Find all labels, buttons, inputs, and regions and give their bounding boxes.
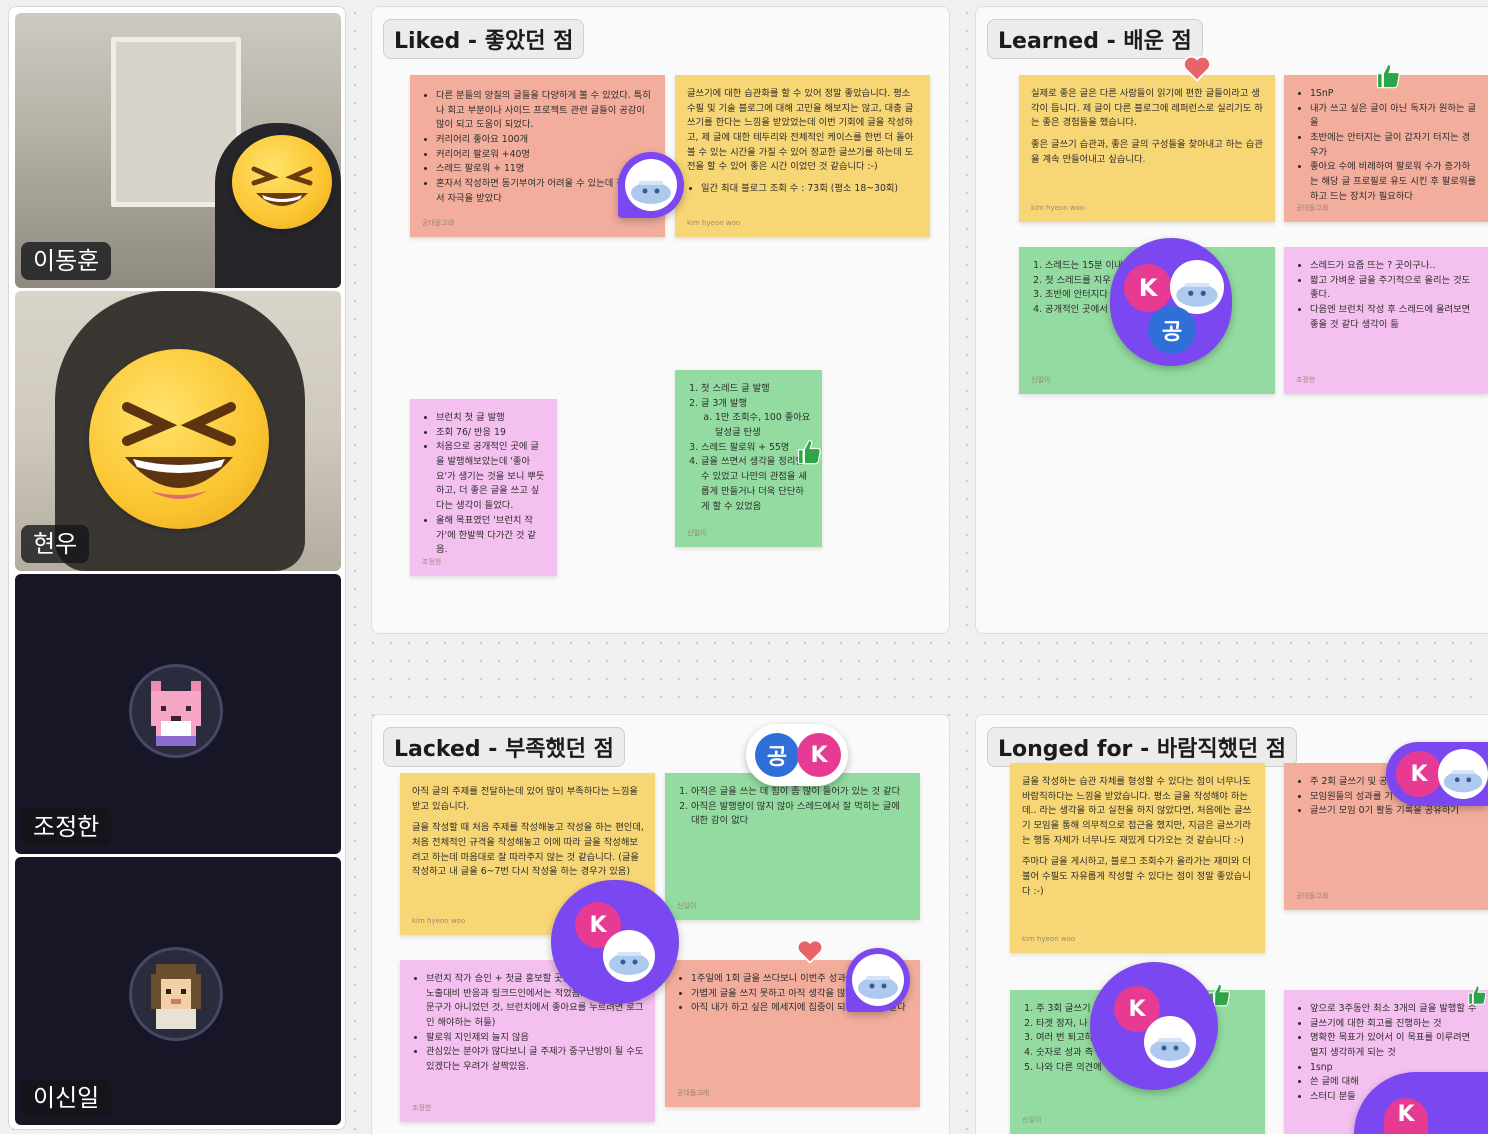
bot-avatar-icon bbox=[603, 930, 655, 982]
note-item: 아직은 발행량이 많지 않아 스레드에서 잘 먹히는 글에 대한 감이 없다 bbox=[691, 800, 910, 829]
collaborator-cursor bbox=[618, 152, 684, 218]
sticky-note[interactable]: 브런치 첫 글 발행 조회 76/ 반응 19 처음으로 공개적인 곳에 글을 … bbox=[410, 399, 557, 576]
note-author: 공대돌고래 bbox=[422, 218, 455, 227]
note-item: 아직은 글을 쓰는 데 힘이 좀 많이 들어가 있는 것 같다 bbox=[691, 785, 910, 800]
note-item: 조회 76/ 반응 19 bbox=[436, 426, 547, 441]
note-text: 아직 글의 주제를 전달하는데 있어 많이 부족하다는 느낌을 받고 있습니다. bbox=[412, 786, 638, 812]
laughing-emoji-icon bbox=[232, 135, 332, 229]
note-item: 글 3개 발행 bbox=[701, 397, 748, 409]
sticky-note[interactable]: 아직은 글을 쓰는 데 힘이 좀 많이 들어가 있는 것 같다 아직은 발행량이… bbox=[665, 773, 920, 920]
participant-name: 이동훈 bbox=[21, 241, 112, 280]
bot-avatar-icon bbox=[852, 954, 904, 1006]
bot-avatar-icon bbox=[625, 159, 677, 211]
note-item: 다음엔 브런치 작성 후 스레드에 올려보면 좋을 것 같다 생각이 듦 bbox=[1310, 303, 1478, 332]
fox-pixel-avatar-icon bbox=[129, 664, 223, 758]
sticky-note[interactable]: 글을 작성하는 습관 자체를 형성할 수 있다는 점이 너무나도 바람직하다는 … bbox=[1010, 763, 1265, 953]
collaborator-cursor-group: K bbox=[1090, 962, 1218, 1090]
collaborator-avatar: K bbox=[1396, 751, 1442, 797]
note-text: 좋은 글쓰기 습관과, 좋은 글의 구성들을 찾아내고 하는 습관을 계속 만들… bbox=[1031, 139, 1263, 165]
heart-icon[interactable] bbox=[796, 938, 824, 964]
thumbs-up-icon[interactable] bbox=[1466, 982, 1488, 1008]
note-author: 공대돌고래 bbox=[1296, 891, 1329, 900]
bot-avatar-icon bbox=[1144, 1016, 1196, 1068]
sticky-note[interactable]: 글쓰기에 대한 습관화를 할 수 있어 정말 좋았습니다. 평소 수필 및 기술… bbox=[675, 75, 930, 237]
collaborator-cursor bbox=[846, 948, 910, 1012]
note-item: 짧고 가벼운 글을 주기적으로 올리는 것도 좋다. bbox=[1310, 274, 1478, 303]
note-author: kim hyeon woo bbox=[687, 218, 741, 227]
frame-title[interactable]: Liked - 좋았던 점 bbox=[383, 19, 585, 59]
note-author: 신일이 bbox=[687, 528, 707, 537]
note-item: 처음으로 공개적인 곳에 글을 발행해보았는데 '좋아요'가 생기는 것을 보니… bbox=[436, 440, 547, 513]
note-text: 실제로 좋은 글은 다른 사람들이 읽기에 편한 글들이라고 생각이 듭니다. … bbox=[1031, 88, 1263, 129]
frame-title[interactable]: Learned - 배운 점 bbox=[987, 19, 1203, 59]
note-text: 글쓰기에 대한 습관화를 할 수 있어 정말 좋았습니다. 평소 수필 및 기술… bbox=[687, 88, 914, 173]
note-item: 브런치 첫 글 발행 bbox=[436, 411, 547, 426]
thumbs-up-icon[interactable] bbox=[1374, 62, 1402, 90]
note-item: 초반에는 안터지는 글이 갑자기 터지는 경우가 bbox=[1310, 131, 1478, 160]
note-author: kim hyeon woo bbox=[1022, 934, 1076, 943]
collaborator-avatar: K bbox=[797, 733, 841, 777]
person-pixel-avatar-icon bbox=[129, 947, 223, 1041]
participant-tile[interactable]: 현우 bbox=[15, 291, 341, 571]
participant-tile[interactable]: 이동훈 bbox=[15, 13, 341, 288]
participant-name: 이신일 bbox=[21, 1078, 112, 1117]
collaborator-avatar: K bbox=[1124, 264, 1172, 312]
collaborator-cursor-group: 공 K bbox=[746, 724, 848, 786]
note-item: 명확한 목표가 있어서 이 목표를 이루려면 멀지 생각하게 되는 것 bbox=[1310, 1031, 1478, 1060]
note-item: 올해 목표였던 '브런치 작가'에 한발짝 다가간 것 같음. bbox=[436, 514, 547, 558]
participant-name: 현우 bbox=[21, 524, 90, 563]
note-item: 앞으로 3주동안 최소 3개의 글을 발행할 수 bbox=[1310, 1002, 1478, 1017]
note-author: 조정한 bbox=[1296, 375, 1316, 384]
collaborator-cursor-group: K bbox=[551, 880, 679, 1004]
note-item: 내가 쓰고 싶은 글이 아닌 독자가 원하는 글을 bbox=[1310, 102, 1478, 131]
note-text: 글을 작성할 때 처음 주제를 작성해놓고 작성을 하는 편인데, 처음 전체적… bbox=[412, 822, 644, 878]
collaborator-cursor-group: K bbox=[1386, 742, 1488, 806]
note-author: 신일이 bbox=[1031, 375, 1051, 384]
note-text: 글을 작성하는 습관 자체를 형성할 수 있다는 점이 너무나도 바람직하다는 … bbox=[1022, 776, 1252, 846]
collaborator-avatar: K bbox=[1384, 1098, 1428, 1134]
note-subitem: 1만 조회수, 100 좋아요 달성글 탄생 bbox=[715, 411, 812, 440]
note-item: 팔로워 지인제외 늘지 않음 bbox=[426, 1031, 645, 1046]
note-author: kim hyeon woo bbox=[412, 916, 466, 925]
note-author: 조정한 bbox=[412, 1103, 432, 1112]
bot-avatar-icon bbox=[1438, 749, 1488, 799]
collaborator-cursor-group: K 공 bbox=[1110, 238, 1232, 366]
note-author: 공대돌고래 bbox=[1296, 203, 1329, 212]
note-author: 공대돌고래 bbox=[677, 1088, 710, 1097]
note-author: 신일이 bbox=[1022, 1115, 1042, 1124]
note-item: 첫 스레드 글 발행 bbox=[701, 382, 812, 397]
sticky-note[interactable]: 1SnP 내가 쓰고 싶은 글이 아닌 독자가 원하는 글을 초반에는 안터지는… bbox=[1284, 75, 1488, 222]
frame-title[interactable]: Longed for - 바람직했던 점 bbox=[987, 727, 1297, 767]
note-item: 스레드가 요즘 뜨는 ? 곳이구나.. bbox=[1310, 259, 1478, 274]
note-text: 주마다 글을 게시하고, 블로그 조회수가 올라가는 재미와 더불어 수필도 자… bbox=[1022, 856, 1251, 897]
note-item: 글쓰기에 대한 회고를 진행하는 것 bbox=[1310, 1017, 1478, 1032]
frame-title[interactable]: Lacked - 부족했던 점 bbox=[383, 727, 625, 767]
note-item: 좋아요 수에 비례하여 팔로워 수가 증가하는 해당 글 프로필로 유도 시킨 … bbox=[1310, 160, 1478, 204]
note-author: 조정한 bbox=[422, 557, 442, 566]
sticky-note[interactable]: 스레드가 요즘 뜨는 ? 곳이구나.. 짧고 가벼운 글을 주기적으로 올리는 … bbox=[1284, 247, 1488, 394]
participant-tile[interactable]: 조정한 bbox=[15, 574, 341, 854]
note-item: 다른 분들의 양질의 글들을 다양하게 볼 수 있었다. 특히나 회고 부분이나… bbox=[436, 89, 655, 133]
laughing-emoji-icon bbox=[89, 349, 269, 529]
sticky-note[interactable]: 실제로 좋은 글은 다른 사람들이 읽기에 편한 글들이라고 생각이 듭니다. … bbox=[1019, 75, 1275, 222]
collaborator-avatar: 공 bbox=[755, 733, 799, 777]
participant-name: 조정한 bbox=[21, 807, 112, 846]
note-author: 신일이 bbox=[677, 901, 697, 910]
note-item: 커리어리 좋아요 100개 bbox=[436, 133, 655, 148]
video-call-panel: 이동훈 현우 조정한 이신일 bbox=[8, 6, 346, 1130]
participant-tile[interactable]: 이신일 bbox=[15, 857, 341, 1125]
note-item: 관심있는 분야가 많다보니 글 주제가 중구난방이 될 수도 있겠다는 우려가 … bbox=[426, 1045, 645, 1074]
note-author: kim hyeon woo bbox=[1031, 203, 1085, 212]
note-item: 글쓰기 모임 0기 활동 기록을 공유하기 bbox=[1310, 804, 1478, 819]
collaborator-avatar: 공 bbox=[1148, 306, 1196, 354]
note-item: 커리어리 팔로워 +40명 bbox=[436, 148, 655, 163]
heart-icon[interactable] bbox=[1182, 54, 1212, 82]
note-item: 일간 최대 블로그 조회 수 : 73회 (평소 18~30회) bbox=[701, 182, 920, 197]
thumbs-up-icon[interactable] bbox=[795, 438, 823, 466]
